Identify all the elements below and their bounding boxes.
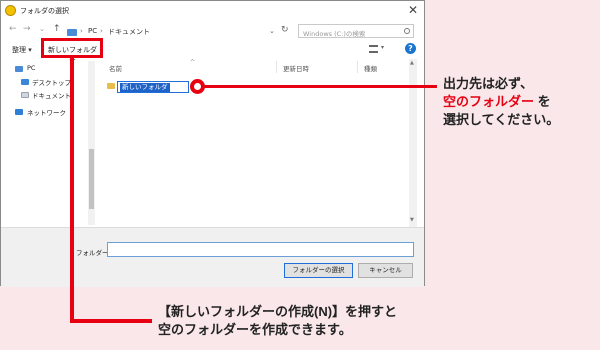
column-name[interactable]: 名前 [109,63,122,73]
search-icon [404,28,410,34]
network-icon [15,109,23,115]
nav-item-desktop[interactable]: デスクトップ [32,77,71,87]
bottom-note-line1: 【新しいフォルダーの作成(N)】を押すと [158,304,398,319]
select-folder-button[interactable]: フォルダーの選択 [284,263,353,278]
nav-item-documents[interactable]: ドキュメント [32,90,71,100]
help-icon[interactable]: ? [405,43,416,54]
up-arrow-icon[interactable]: ↑ [53,24,61,34]
dialog-title: フォルダの選択 [20,7,69,15]
callout-line-right [203,85,437,88]
breadcrumb-pc[interactable]: PC [88,27,97,35]
search-placeholder: Windows (C:)の検索 [303,30,366,38]
dialog-footer: フォルダー: フォルダーの選択 キャンセル [1,227,424,287]
callout-line-vertical [70,57,74,323]
column-type[interactable]: 種類 [364,63,377,73]
nav-scrollbar-thumb[interactable] [89,149,94,209]
column-divider[interactable] [276,61,277,73]
forward-arrow-icon[interactable]: → [23,24,31,34]
navigation-pane: PC デスクトップ ドキュメント ネットワーク [1,59,94,227]
breadcrumb-separator: › [80,27,83,35]
refresh-icon[interactable]: ↻ [281,25,289,35]
cancel-button[interactable]: キャンセル [358,263,413,278]
view-dropdown-icon[interactable]: ▾ [381,44,384,51]
close-icon[interactable]: ✕ [408,3,418,17]
column-divider[interactable] [357,61,358,73]
desktop-icon [21,79,29,85]
pc-icon [15,66,23,72]
callout-marker [190,79,205,94]
right-note-line2: 空のフォルダー を [443,93,559,111]
organize-button[interactable]: 整理 ▾ [12,45,32,55]
address-dropdown-icon[interactable]: ⌄ [269,27,275,35]
title-bar: フォルダの選択 ✕ [1,1,424,23]
right-note-line3: 選択してください。 [443,112,560,127]
folder-label: フォルダー: [76,249,111,257]
new-folder-highlight [41,38,103,58]
rename-field[interactable]: 新しいフォルダ [117,81,189,93]
right-annotation: 出力先は必ず、 空のフォルダー を 選択してください。 [443,75,559,129]
folder-icon [107,83,115,89]
breadcrumb-separator: › [100,27,103,35]
right-note-tail: を [534,94,551,109]
rename-text: 新しいフォルダ [120,83,170,92]
back-arrow-icon[interactable]: ← [9,24,17,34]
sort-arrow-icon: ^ [190,59,196,66]
folder-name-field[interactable] [107,242,414,257]
scroll-up-icon[interactable]: ▲ [410,60,414,66]
search-input[interactable]: Windows (C:)の検索 [298,24,414,38]
recent-locations-icon[interactable]: ⌄ [39,25,45,33]
callout-line-horizontal [70,319,152,323]
app-icon [5,5,16,16]
breadcrumb-documents[interactable]: ドキュメント [108,27,150,37]
nav-item-network[interactable]: ネットワーク [27,107,66,117]
nav-item-pc[interactable]: PC [27,64,35,72]
column-modified[interactable]: 更新日時 [283,63,309,73]
right-note-line1: 出力先は必ず、 [443,76,534,91]
documents-icon [21,92,29,98]
scroll-down-icon[interactable]: ▼ [410,217,414,223]
pc-icon [67,29,77,36]
right-note-red: 空のフォルダー [443,94,535,109]
bottom-note-line2: 空のフォルダーを作成できます。 [158,322,352,337]
nav-scrollbar[interactable] [88,61,95,225]
view-options-icon[interactable] [369,45,378,53]
bottom-annotation: 【新しいフォルダーの作成(N)】を押すと 空のフォルダーを作成できます。 [158,303,397,339]
